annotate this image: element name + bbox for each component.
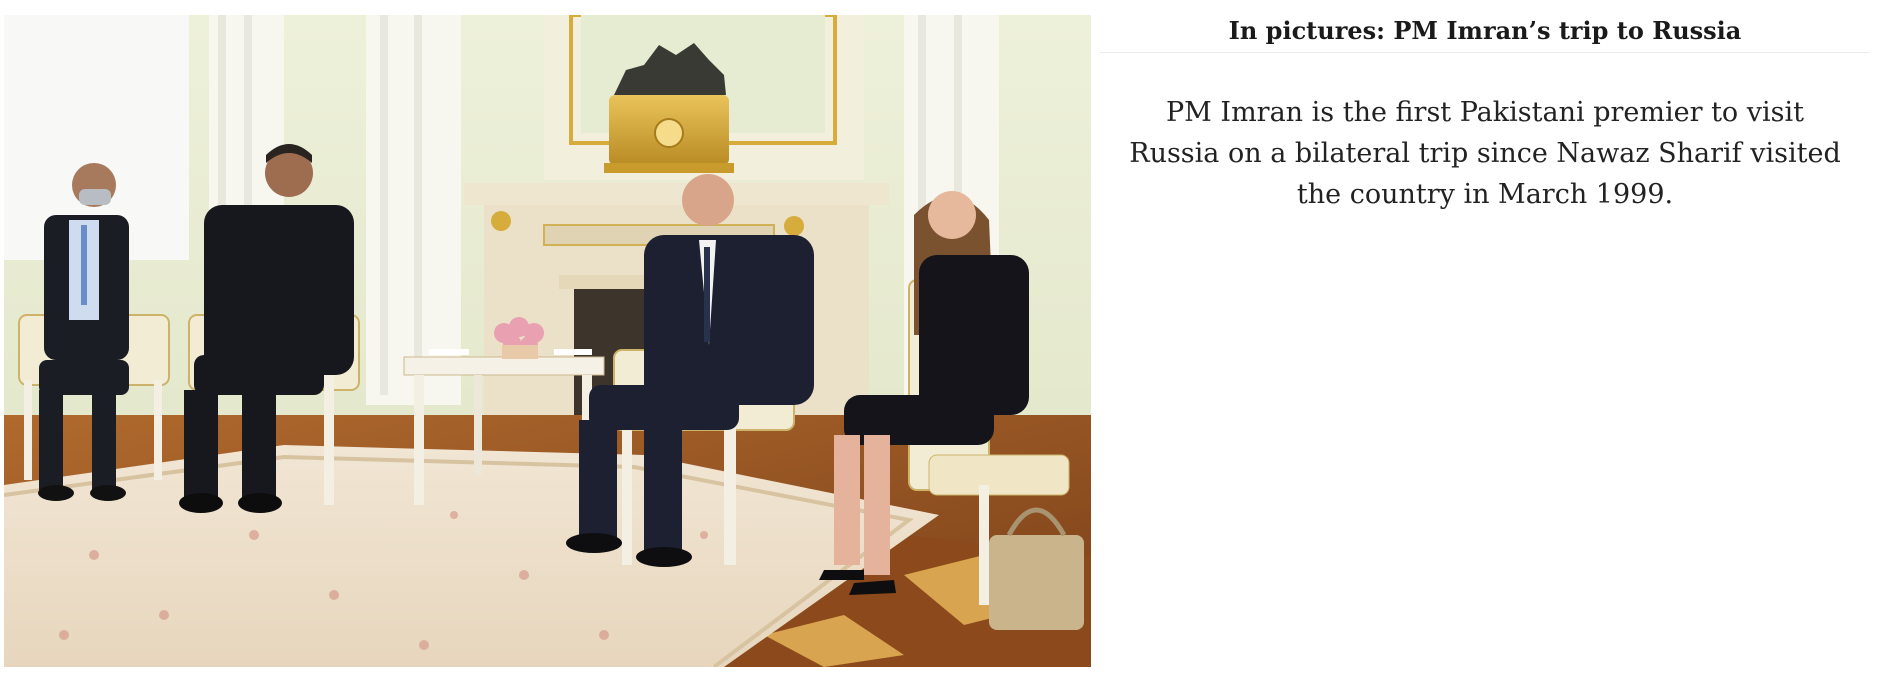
gallery-photo[interactable] (4, 15, 1091, 667)
gallery-slide: In pictures: PM Imran’s trip to Russia P… (0, 0, 1877, 682)
title-divider (1100, 52, 1870, 53)
meeting-photo-illustration (4, 15, 1091, 667)
photo-caption: PM Imran is the first Pakistani premier … (1129, 97, 1841, 210)
gallery-title: In pictures: PM Imran’s trip to Russia (1228, 16, 1742, 45)
caption-panel: In pictures: PM Imran’s trip to Russia P… (1100, 0, 1870, 682)
